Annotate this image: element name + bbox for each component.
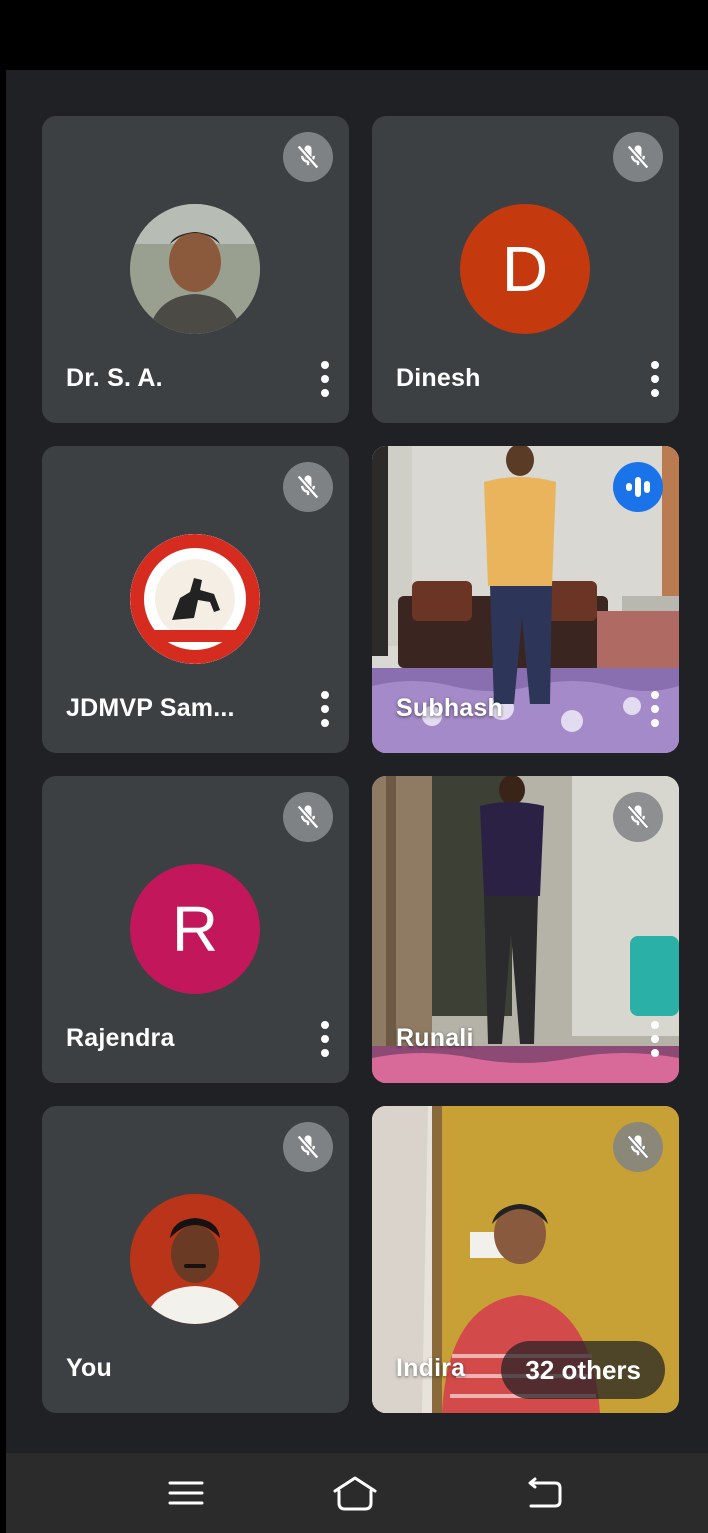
participant-tile-dinesh[interactable]: D Dinesh bbox=[372, 116, 679, 423]
menu-icon[interactable] bbox=[160, 1469, 212, 1517]
profile-photo-icon bbox=[130, 204, 260, 334]
avatar: R bbox=[130, 864, 260, 994]
mic-off-icon bbox=[283, 792, 333, 842]
back-icon[interactable] bbox=[519, 1469, 571, 1517]
more-vertical-icon[interactable] bbox=[645, 691, 665, 727]
participant-name: You bbox=[66, 1354, 112, 1382]
participant-name: Dinesh bbox=[396, 364, 481, 392]
more-vertical-icon[interactable] bbox=[315, 691, 335, 727]
institution-logo-icon bbox=[130, 534, 260, 664]
participant-name: JDMVP Sam... bbox=[66, 694, 235, 722]
participant-tile-jdmvp[interactable]: JDMVP Sam... bbox=[42, 446, 349, 753]
participant-tile-subhash[interactable]: Subhash bbox=[372, 446, 679, 753]
mic-off-icon bbox=[613, 1122, 663, 1172]
mic-off-icon bbox=[283, 462, 333, 512]
participant-tile-you[interactable]: You bbox=[42, 1106, 349, 1413]
participant-name: Dr. S. A. bbox=[66, 364, 163, 392]
more-vertical-icon[interactable] bbox=[315, 1021, 335, 1057]
more-vertical-icon[interactable] bbox=[645, 361, 665, 397]
participant-grid: Dr. S. A. D Dinesh JDMVP Sam... Subhash … bbox=[6, 70, 708, 1453]
system-nav-bar bbox=[6, 1453, 708, 1533]
status-bar bbox=[0, 0, 708, 70]
meet-screen: Dr. S. A. D Dinesh JDMVP Sam... Subhash … bbox=[0, 0, 708, 1533]
profile-photo-icon bbox=[130, 1194, 260, 1324]
mic-off-icon bbox=[613, 132, 663, 182]
participant-name: Indira bbox=[396, 1354, 466, 1382]
participant-name: Subhash bbox=[396, 694, 503, 722]
participant-tile-rajendra[interactable]: R Rajendra bbox=[42, 776, 349, 1083]
participant-tile-dr-s-a[interactable]: Dr. S. A. bbox=[42, 116, 349, 423]
participant-tile-runali[interactable]: Runali bbox=[372, 776, 679, 1083]
avatar: D bbox=[460, 204, 590, 334]
audio-bars-icon bbox=[613, 462, 663, 512]
avatar bbox=[130, 534, 260, 664]
avatar bbox=[130, 204, 260, 334]
more-vertical-icon[interactable] bbox=[645, 1021, 665, 1057]
participant-tile-indira[interactable]: Indira 32 others bbox=[372, 1106, 679, 1413]
participant-name: Rajendra bbox=[66, 1024, 175, 1052]
participant-name: Runali bbox=[396, 1024, 474, 1052]
mic-off-icon bbox=[613, 792, 663, 842]
others-count-button[interactable]: 32 others bbox=[501, 1341, 665, 1399]
mic-off-icon bbox=[283, 1122, 333, 1172]
home-icon[interactable] bbox=[329, 1469, 381, 1517]
mic-off-icon bbox=[283, 132, 333, 182]
avatar bbox=[130, 1194, 260, 1324]
more-vertical-icon[interactable] bbox=[315, 361, 335, 397]
